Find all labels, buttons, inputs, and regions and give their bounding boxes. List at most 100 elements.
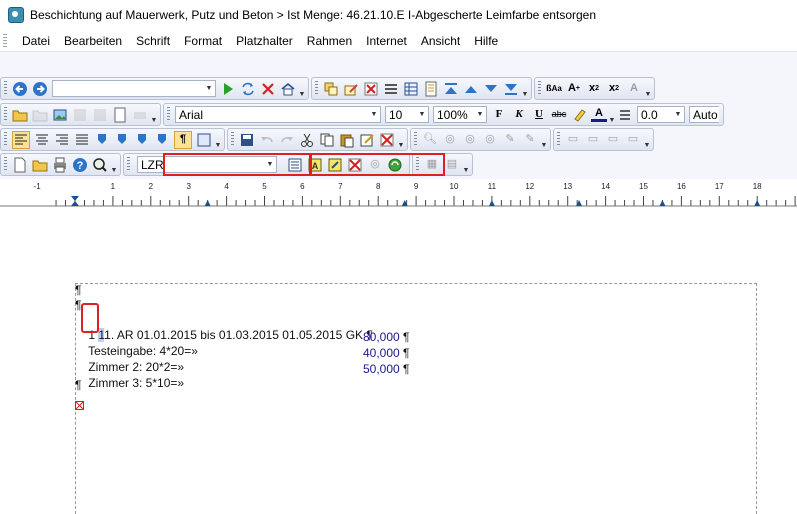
toolbar-grip[interactable] xyxy=(4,132,7,147)
toolbar-grip[interactable] xyxy=(127,157,130,172)
superscript-icon[interactable]: x2 xyxy=(586,81,602,97)
spellcheck-icon[interactable]: ✎ xyxy=(502,132,518,148)
zoom-combo[interactable]: 100% ▼ xyxy=(433,106,487,123)
toolbar-overflow-icon[interactable]: ▼ xyxy=(150,105,158,124)
bold-button[interactable]: F xyxy=(491,107,507,123)
align-center-icon[interactable] xyxy=(34,132,50,148)
tab-left-icon[interactable] xyxy=(94,132,110,148)
address-combo[interactable]: ▼ xyxy=(52,80,216,97)
menu-platzhalter[interactable]: Platzhalter xyxy=(229,34,300,48)
toolbar-grip[interactable] xyxy=(4,81,7,96)
auto-combo[interactable]: Auto xyxy=(689,106,719,123)
save-gray-icon[interactable] xyxy=(72,107,88,123)
print-gray-icon[interactable] xyxy=(132,107,148,123)
cut-icon[interactable] xyxy=(299,132,315,148)
font-style-icon[interactable]: ß Aa xyxy=(546,81,562,97)
shape-rect-icon[interactable]: ▭ xyxy=(565,132,581,148)
tab-stop-icon[interactable] xyxy=(659,200,666,206)
toolbar-overflow-icon[interactable]: ▼ xyxy=(214,130,222,149)
tab-decimal-icon[interactable] xyxy=(154,132,170,148)
toolbar-overflow-icon[interactable]: ▼ xyxy=(298,79,306,98)
find-next-icon[interactable]: ◎ xyxy=(442,132,458,148)
delete-block-icon[interactable] xyxy=(363,81,379,97)
preview-icon[interactable] xyxy=(92,157,108,173)
save-icon[interactable] xyxy=(239,132,255,148)
copy-icon[interactable] xyxy=(319,132,335,148)
edit-block-icon[interactable] xyxy=(343,81,359,97)
tab-stop-icon[interactable] xyxy=(488,200,495,206)
toolbar-overflow-icon[interactable]: ▼ xyxy=(643,130,651,149)
save-all-gray-icon[interactable] xyxy=(92,107,108,123)
table-view-icon[interactable] xyxy=(403,81,419,97)
new-document-icon[interactable] xyxy=(12,157,28,173)
delete-icon[interactable] xyxy=(379,132,395,148)
align-right-icon[interactable] xyxy=(54,132,70,148)
redo-icon[interactable] xyxy=(279,132,295,148)
font-color-dropdown-icon[interactable]: ▼ xyxy=(609,105,616,124)
open-folder-icon[interactable] xyxy=(32,157,48,173)
toolbar-grip[interactable] xyxy=(557,132,560,147)
folder-icon[interactable] xyxy=(32,107,48,123)
chevron-down-icon[interactable]: ▼ xyxy=(416,107,428,122)
row-line[interactable]: Zimmer 3: 5*10=» xyxy=(75,362,184,404)
font-size-combo[interactable]: 10 ▼ xyxy=(385,106,429,123)
menu-bearbeiten[interactable]: Bearbeiten xyxy=(57,34,129,48)
menu-ansicht[interactable]: Ansicht xyxy=(414,34,467,48)
tab-center-icon[interactable] xyxy=(114,132,130,148)
strikethrough-button[interactable]: abc xyxy=(551,107,567,123)
tab-right-icon[interactable] xyxy=(134,132,150,148)
highlighter-icon[interactable] xyxy=(571,107,587,123)
shape-callout-icon[interactable]: ▭ xyxy=(605,132,621,148)
pilcrow-toggle-icon[interactable]: ¶ xyxy=(174,130,192,149)
italic-button[interactable]: K xyxy=(511,107,527,123)
refresh-icon[interactable] xyxy=(240,81,256,97)
chevron-down-icon[interactable]: ▼ xyxy=(203,81,215,96)
subscript-icon[interactable]: x2 xyxy=(606,81,622,97)
font-color-icon[interactable]: A xyxy=(591,107,607,122)
home-icon[interactable] xyxy=(280,81,296,97)
line-spacing-icon[interactable] xyxy=(617,107,633,123)
form-icon[interactable]: ▤ xyxy=(444,157,460,173)
spacing-combo[interactable]: 0.0 ▼ xyxy=(637,106,685,123)
tools-icon[interactable]: ✎ xyxy=(522,132,538,148)
toolbar-grip[interactable] xyxy=(538,81,541,96)
toolbar-overflow-icon[interactable]: ▼ xyxy=(462,155,470,174)
help-icon[interactable]: ? xyxy=(72,157,88,173)
justify-icon[interactable] xyxy=(74,132,90,148)
toolbar-grip[interactable] xyxy=(231,132,234,147)
properties-icon[interactable] xyxy=(359,132,375,148)
underline-button[interactable]: U xyxy=(531,107,547,123)
toolbar-grip[interactable] xyxy=(167,107,170,122)
toolbar-overflow-icon[interactable]: ▼ xyxy=(521,79,529,98)
chevron-down-icon[interactable]: ▼ xyxy=(672,107,684,122)
toolbar-overflow-icon[interactable]: ▼ xyxy=(397,130,405,149)
toolbar-overflow-icon[interactable]: ▼ xyxy=(644,79,652,98)
tab-stop-icon[interactable] xyxy=(204,200,211,206)
document-area[interactable]: ¶ ¶ 1 11. AR 01.01.2015 bis 01.03.2015 0… xyxy=(0,207,797,514)
chevron-down-icon[interactable]: ▼ xyxy=(368,107,380,122)
page-setup-icon[interactable] xyxy=(423,81,439,97)
toolbar-grip[interactable] xyxy=(4,107,7,122)
copy-block-icon[interactable] xyxy=(323,81,339,97)
paste-icon[interactable] xyxy=(339,132,355,148)
move-top-icon[interactable] xyxy=(443,81,459,97)
toolbar-overflow-icon[interactable]: ▼ xyxy=(540,130,548,149)
indent-marker-icon[interactable] xyxy=(71,196,79,206)
list-view-icon[interactable] xyxy=(383,81,399,97)
find-icon[interactable]: 🔍︎ xyxy=(422,132,438,148)
ruler[interactable]: -1 1 2 3 4 5 6 7 8 9 10 11 12 13 14 15 16 17 18 xyxy=(0,179,797,208)
undo-icon[interactable] xyxy=(259,132,275,148)
shape-callout2-icon[interactable]: ▭ xyxy=(625,132,641,148)
image-icon[interactable] xyxy=(52,107,68,123)
move-down-icon[interactable] xyxy=(483,81,499,97)
open-icon[interactable] xyxy=(12,107,28,123)
forward-icon[interactable] xyxy=(32,81,48,97)
align-left-icon[interactable] xyxy=(12,130,30,149)
columns-icon[interactable] xyxy=(196,132,212,148)
go-icon[interactable] xyxy=(220,81,236,97)
shape-rounded-icon[interactable]: ▭ xyxy=(585,132,601,148)
menu-format[interactable]: Format xyxy=(177,34,229,48)
stop-icon[interactable] xyxy=(260,81,276,97)
menu-rahmen[interactable]: Rahmen xyxy=(300,34,359,48)
menu-hilfe[interactable]: Hilfe xyxy=(467,34,505,48)
